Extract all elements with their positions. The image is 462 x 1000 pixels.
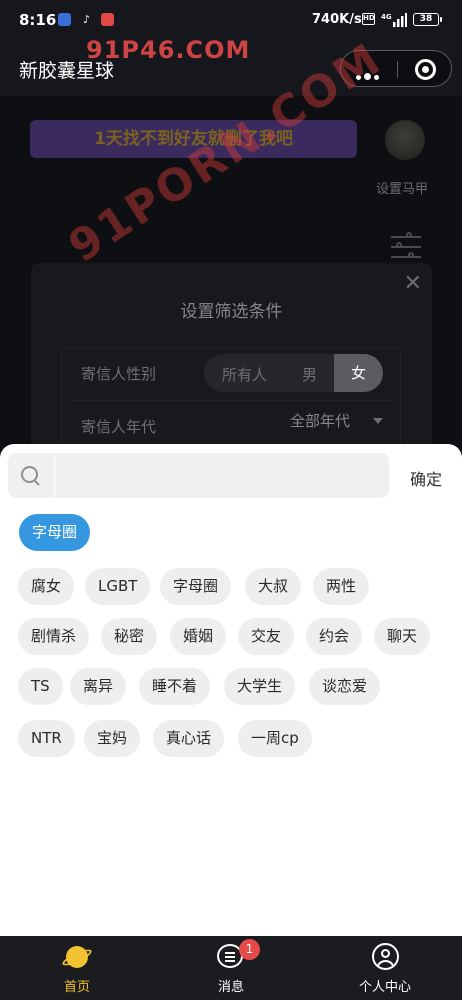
tag-chip[interactable]: 剧情杀: [18, 618, 90, 655]
network-type: 4G: [381, 13, 392, 21]
tab-messages[interactable]: 1 消息: [154, 936, 308, 1000]
tag-chip[interactable]: LGBT: [85, 568, 151, 605]
tab-profile[interactable]: 个人中心: [308, 936, 462, 1000]
tag-chip[interactable]: 宝妈: [84, 720, 141, 757]
tag-chip[interactable]: 聊天: [374, 618, 431, 655]
search-bar: [8, 453, 389, 498]
selected-tag-chip[interactable]: 字母圈: [19, 514, 91, 551]
notification-app-icon-red: [101, 13, 114, 26]
tab-messages-label: 消息: [217, 980, 244, 995]
filter-dialog: ✕ 设置筛选条件 寄信人性别 所有人 男 女 寄信人年代 全部年代: [31, 263, 432, 467]
hd-icon: HD: [362, 13, 375, 25]
tag-chip[interactable]: 睡不着: [139, 668, 211, 705]
tab-bar: 首页 1 消息 个人中心: [0, 936, 462, 1000]
gender-option-female[interactable]: 女: [334, 354, 383, 392]
close-icon[interactable]: ✕: [404, 271, 422, 296]
age-select[interactable]: 全部年代: [290, 410, 350, 431]
tag-chip[interactable]: 谈恋爱: [309, 668, 381, 705]
close-miniprogram-icon[interactable]: [415, 59, 436, 80]
tag-chip[interactable]: 约会: [306, 618, 363, 655]
status-time: 8:16: [19, 11, 57, 29]
tag-chip[interactable]: 大学生: [224, 668, 296, 705]
tag-chip[interactable]: 一周cp: [238, 720, 312, 757]
avatar[interactable]: [385, 120, 425, 160]
filter-icon[interactable]: [391, 232, 421, 262]
watermark: 91P46.COM: [86, 36, 251, 64]
tiktok-icon: ♪: [80, 13, 93, 26]
age-label: 寄信人年代: [81, 418, 157, 436]
tag-chip[interactable]: 字母圈: [160, 568, 232, 605]
gender-label: 寄信人性别: [81, 365, 157, 383]
tab-home-label: 首页: [63, 980, 90, 995]
avatar-label[interactable]: 设置马甲: [376, 178, 428, 197]
divider: [72, 400, 392, 401]
capsule-divider: [397, 61, 398, 78]
notification-app-icon: [58, 13, 71, 26]
tab-home[interactable]: 首页: [0, 936, 154, 1000]
signal-icon: 4G: [381, 13, 407, 27]
tag-chip[interactable]: 婚姻: [170, 618, 227, 655]
tag-picker-sheet: 确定 字母圈 腐女 LGBT 字母圈 大叔 两性 剧情杀 秘密 婚姻 交友 约会…: [0, 444, 462, 936]
tag-chip[interactable]: 腐女: [18, 568, 75, 605]
tag-chip[interactable]: NTR: [18, 720, 75, 757]
unread-badge: 1: [239, 939, 260, 960]
planet-icon: [60, 942, 94, 972]
search-input[interactable]: [61, 459, 381, 492]
status-bar: 8:16 ♪ 740K/s HD 4G 38: [0, 0, 462, 40]
search-icon: [21, 466, 41, 486]
battery-icon: 38: [413, 13, 442, 26]
tag-chip[interactable]: 离异: [70, 668, 127, 705]
tag-chip[interactable]: 秘密: [101, 618, 158, 655]
tag-chip[interactable]: 交友: [238, 618, 295, 655]
tag-chip[interactable]: 真心话: [153, 720, 225, 757]
filter-dialog-title: 设置筛选条件: [180, 302, 283, 322]
person-icon: [372, 943, 399, 970]
tag-chip[interactable]: 大叔: [245, 568, 302, 605]
gender-option-all[interactable]: 所有人: [222, 364, 267, 385]
tab-profile-label: 个人中心: [358, 980, 411, 995]
gender-segmented-control: 所有人 男 女: [204, 354, 383, 392]
network-speed: 740K/s: [312, 12, 362, 27]
search-divider: [54, 453, 55, 498]
gender-option-male[interactable]: 男: [302, 364, 317, 385]
confirm-button[interactable]: 确定: [410, 466, 442, 490]
chevron-down-icon[interactable]: [373, 418, 383, 424]
tag-chip[interactable]: 两性: [313, 568, 370, 605]
tag-chip[interactable]: TS: [18, 668, 63, 705]
